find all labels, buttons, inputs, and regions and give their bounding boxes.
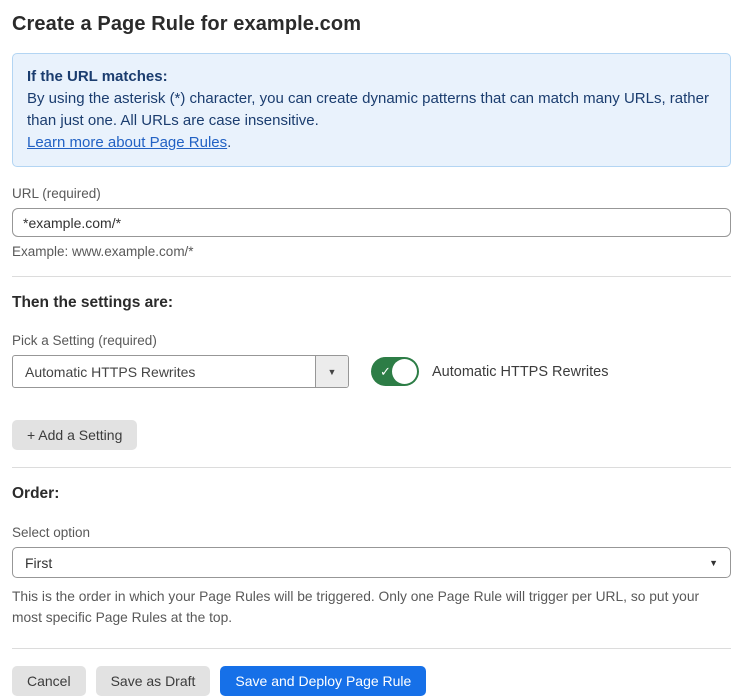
learn-more-link[interactable]: Learn more about Page Rules	[27, 134, 227, 151]
info-box-heading: If the URL matches:	[27, 68, 168, 85]
save-as-draft-button[interactable]: Save as Draft	[95, 666, 211, 696]
info-box-link-line: Learn more about Page Rules.	[27, 132, 716, 154]
setting-dropdown-arrow-button[interactable]: ▼	[315, 356, 348, 387]
setting-toggle-label: Automatic HTTPS Rewrites	[432, 363, 609, 380]
url-input[interactable]	[12, 208, 731, 237]
setting-row: Automatic HTTPS Rewrites ▼ ✓ Automatic H…	[12, 355, 731, 388]
toggle-knob	[392, 359, 417, 384]
divider	[12, 467, 731, 468]
settings-section-heading: Then the settings are:	[12, 294, 174, 311]
add-setting-button[interactable]: + Add a Setting	[12, 420, 138, 450]
divider	[12, 276, 731, 277]
chevron-down-icon: ▼	[709, 557, 718, 568]
setting-toggle[interactable]: ✓	[371, 357, 419, 386]
pick-setting-label: Pick a Setting (required)	[12, 333, 157, 348]
setting-dropdown-value: Automatic HTTPS Rewrites	[25, 363, 196, 380]
url-label: URL (required)	[12, 186, 101, 201]
create-page-rule-form: Create a Page Rule for example.com If th…	[0, 0, 743, 696]
order-section-heading: Order:	[12, 485, 60, 502]
order-select-label: Select option	[12, 525, 91, 540]
page-title: Create a Page Rule for example.com	[12, 13, 362, 35]
url-helper: Example: www.example.com/*	[12, 244, 194, 259]
setting-dropdown[interactable]: Automatic HTTPS Rewrites ▼	[12, 355, 349, 388]
info-box-body: By using the asterisk (*) character, you…	[27, 90, 709, 129]
link-suffix-text: .	[227, 134, 232, 151]
cancel-button[interactable]: Cancel	[12, 666, 86, 696]
footer-actions: Cancel Save as Draft Save and Deploy Pag…	[12, 666, 731, 696]
order-select[interactable]: First ▼	[12, 547, 731, 578]
save-and-deploy-button[interactable]: Save and Deploy Page Rule	[220, 666, 427, 696]
order-select-value: First	[25, 554, 53, 571]
order-helper-text: This is the order in which your Page Rul…	[12, 589, 700, 625]
url-match-info-box: If the URL matches: By using the asteris…	[12, 53, 731, 167]
check-icon: ✓	[380, 363, 391, 379]
divider	[12, 648, 731, 649]
chevron-down-icon: ▼	[327, 366, 337, 377]
